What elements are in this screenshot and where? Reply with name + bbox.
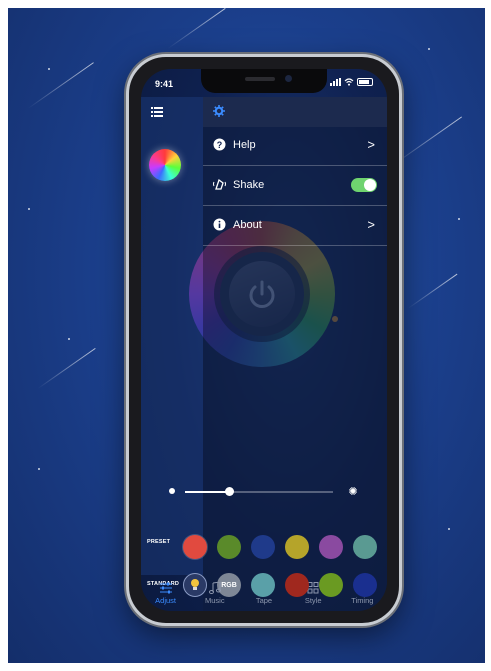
status-bar: 9:41 <box>141 69 387 97</box>
help-icon: ? <box>213 138 226 151</box>
phone-screen: 9:41 ✺ PRESET RGB Adjust Music Tape Styl… <box>141 69 387 611</box>
drawer-header <box>203 97 387 127</box>
standard-color-swatch[interactable] <box>319 573 343 597</box>
menu-list-icon[interactable] <box>151 107 163 117</box>
wifi-icon <box>344 78 354 86</box>
tab-style-label: Style <box>304 595 322 605</box>
drawer-item-help[interactable]: ? Help > <box>203 127 387 166</box>
phone-frame: 9:41 ✺ PRESET RGB Adjust Music Tape Styl… <box>126 54 402 626</box>
preset-color-swatch[interactable] <box>353 535 377 559</box>
preset-color-swatch[interactable] <box>183 535 207 559</box>
drawer-item-shake-label: Shake <box>233 179 265 191</box>
background-stage: 9:41 ✺ PRESET RGB Adjust Music Tape Styl… <box>8 8 485 663</box>
standard-color-swatch[interactable] <box>251 573 275 597</box>
drawer-item-about[interactable]: About > <box>203 207 387 246</box>
tab-music-label: Music <box>204 595 225 605</box>
brightness-slider-row: ✺ <box>169 485 359 499</box>
preset-color-swatch[interactable] <box>251 535 275 559</box>
color-picker-button[interactable] <box>149 149 181 181</box>
tab-adjust-label: Adjust <box>155 595 177 605</box>
info-icon <box>213 218 226 231</box>
chevron-right-icon: > <box>367 137 375 152</box>
shake-toggle[interactable] <box>351 178 377 192</box>
status-time: 9:41 <box>155 79 174 89</box>
battery-icon <box>357 78 373 86</box>
settings-drawer: ? Help > Shake About > <box>203 97 387 611</box>
sliders-icon <box>159 582 172 593</box>
chevron-right-icon: > <box>367 217 375 232</box>
low-brightness-icon <box>169 488 175 494</box>
tab-adjust[interactable]: Adjust <box>144 582 188 605</box>
svg-text:?: ? <box>217 140 223 150</box>
standard-color-swatch[interactable] <box>285 573 309 597</box>
drawer-item-about-label: About <box>233 219 262 231</box>
shake-icon <box>213 178 226 190</box>
signal-icon <box>330 78 341 86</box>
brightness-fill <box>185 491 230 493</box>
toggle-knob <box>364 179 376 191</box>
preset-color-swatch[interactable] <box>319 535 343 559</box>
tab-music[interactable]: Music <box>193 581 237 605</box>
preset-row-label: PRESET <box>147 539 171 545</box>
preset-color-swatch[interactable] <box>285 535 309 559</box>
high-brightness-icon: ✺ <box>348 486 358 498</box>
music-note-icon <box>208 581 221 594</box>
standard-color-swatch[interactable] <box>353 573 377 597</box>
gear-icon[interactable] <box>213 105 225 117</box>
preset-color-swatch[interactable] <box>217 535 241 559</box>
drawer-item-shake: Shake <box>203 167 387 206</box>
drawer-item-help-label: Help <box>233 139 256 151</box>
brightness-thumb[interactable] <box>225 487 235 496</box>
